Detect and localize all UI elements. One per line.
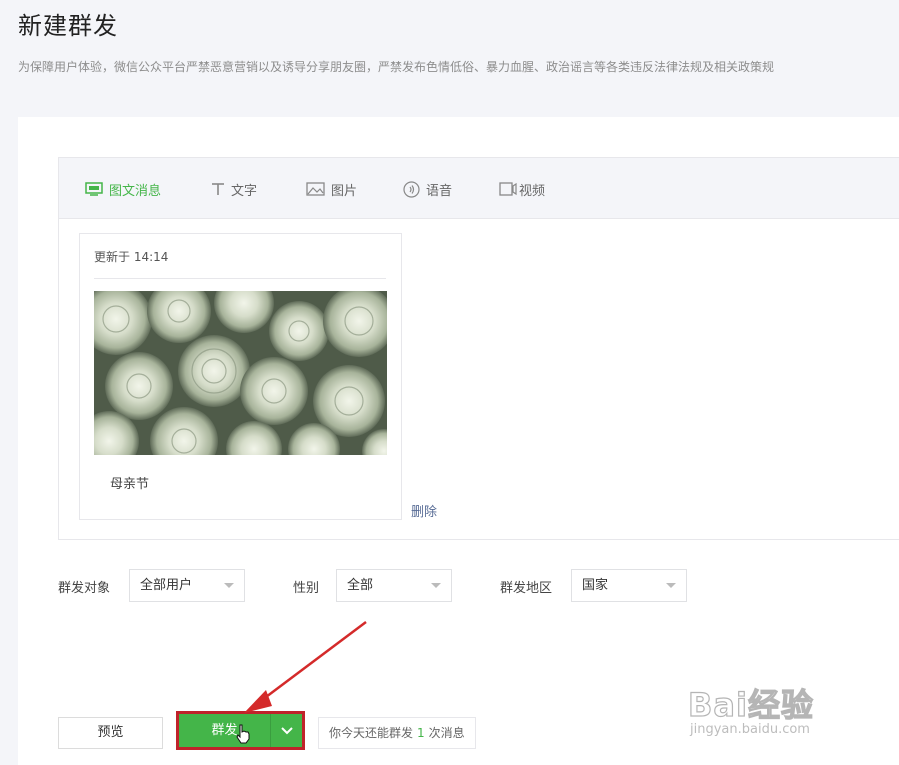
target-label: 群发对象 [58, 581, 111, 596]
audio-icon [403, 180, 420, 198]
send-button[interactable]: 群发 [179, 714, 270, 747]
tab-label: 视频 [519, 183, 546, 199]
region-value: 国家 [582, 578, 609, 593]
message-type-tabs: 图文消息 文字 图片 语音 视频 [59, 158, 899, 219]
send-quota: 你今天还能群发 1 次消息 [318, 717, 476, 749]
tab-news[interactable]: 图文消息 [85, 179, 161, 199]
tab-text[interactable]: 文字 [211, 179, 257, 199]
page-title: 新建群发 [18, 12, 118, 40]
text-icon [211, 182, 225, 196]
news-icon [85, 182, 103, 196]
quota-prefix: 你今天还能群发 [329, 726, 414, 740]
gender-label: 性别 [293, 581, 320, 596]
target-select[interactable]: 全部用户 [129, 569, 245, 602]
tab-image[interactable]: 图片 [306, 179, 357, 199]
baidu-watermark: Bai经验 jingyan.baidu.com [687, 666, 853, 746]
policy-notice: 为保障用户体验，微信公众平台严禁恶意营销以及诱导分享朋友圈，严禁发布色情低俗、暴… [18, 60, 775, 74]
caret-down-icon [666, 583, 676, 588]
quota-suffix: 次消息 [428, 726, 465, 740]
tab-label: 图文消息 [109, 183, 162, 199]
tab-label: 语音 [426, 183, 453, 199]
caret-down-icon [431, 583, 441, 588]
watermark-brand: Bai经验 [687, 685, 814, 724]
gender-select[interactable]: 全部 [336, 569, 452, 602]
tab-video[interactable]: 视频 [499, 179, 545, 199]
tab-label: 图片 [331, 183, 358, 199]
hand-cursor-icon [236, 724, 250, 744]
update-time: 更新于 14:14 [94, 250, 169, 264]
send-options-button[interactable] [270, 714, 302, 747]
quota-count: 1 [417, 726, 425, 740]
image-icon [306, 182, 325, 196]
tab-audio[interactable]: 语音 [403, 179, 452, 199]
region-label: 群发地区 [500, 581, 553, 596]
watermark-url: jingyan.baidu.com [690, 722, 810, 737]
tab-label: 文字 [231, 183, 258, 199]
video-icon [499, 182, 517, 196]
chevron-down-icon [280, 726, 293, 734]
send-button-group: 群发 [176, 711, 305, 750]
preview-button[interactable]: 预览 [58, 717, 163, 749]
message-editor: 图文消息 文字 图片 语音 视频 更新于 14:14 母亲节 删除 [58, 157, 899, 540]
cover-image [94, 291, 387, 455]
article-title: 母亲节 [110, 477, 150, 492]
send-label: 群发 [211, 723, 238, 738]
delete-link[interactable]: 删除 [411, 501, 437, 520]
article-card[interactable]: 更新于 14:14 母亲节 [79, 233, 402, 520]
target-value: 全部用户 [140, 578, 193, 593]
divider [94, 278, 386, 279]
gender-value: 全部 [347, 578, 374, 593]
caret-down-icon [224, 583, 234, 588]
region-select[interactable]: 国家 [571, 569, 687, 602]
